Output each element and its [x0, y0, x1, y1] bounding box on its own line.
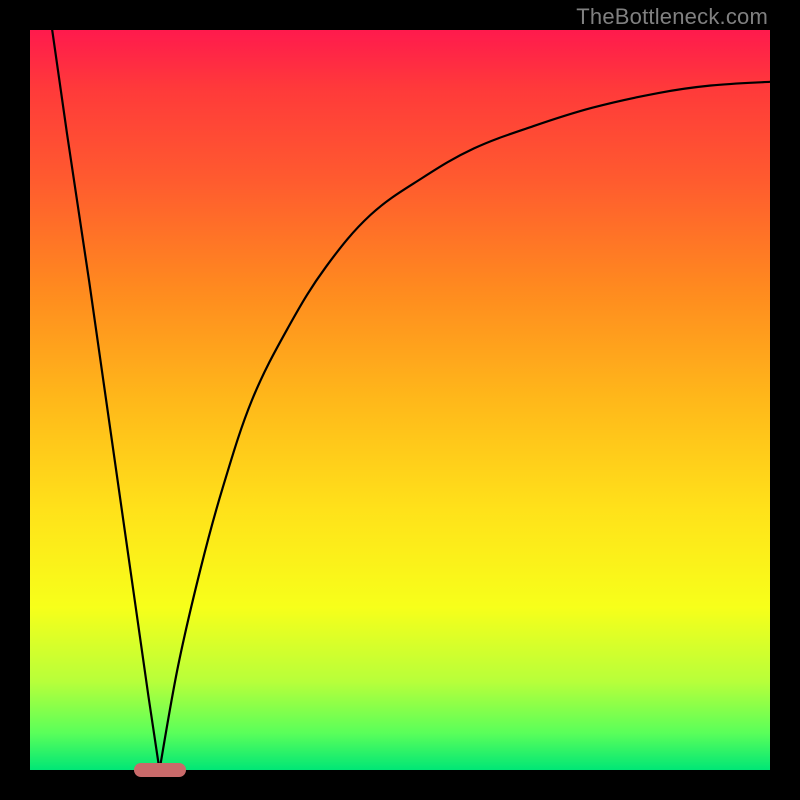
curve-layer	[30, 30, 770, 770]
chart-frame: TheBottleneck.com	[0, 0, 800, 800]
vertex-marker	[134, 763, 186, 777]
plot-area	[30, 30, 770, 770]
curve-right	[160, 82, 771, 770]
watermark-text: TheBottleneck.com	[576, 4, 768, 30]
curve-left	[52, 30, 159, 770]
